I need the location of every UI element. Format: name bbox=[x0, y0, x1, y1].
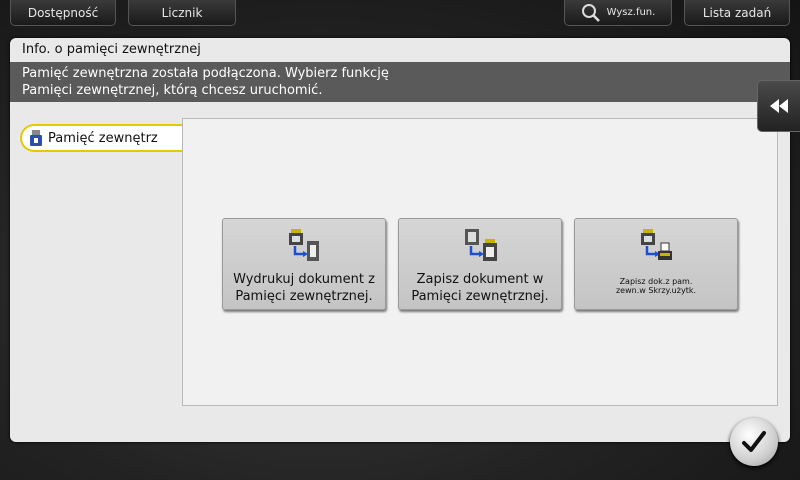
availability-label: Dostępność bbox=[27, 5, 99, 20]
main-panel: Info. o pamięci zewnętrznej Pamięć zewnę… bbox=[10, 38, 790, 442]
print-from-memory-button[interactable]: Wydrukuj dokument z Pamięci zewnętrznej. bbox=[222, 218, 386, 310]
job-list-button[interactable]: Lista zadań bbox=[684, 0, 790, 26]
counter-button[interactable]: Licznik bbox=[128, 0, 236, 26]
panel-title: Info. o pamięci zewnętrznej bbox=[22, 42, 201, 57]
print-from-memory-icon bbox=[289, 229, 319, 261]
external-memory-tab-label: Pamięć zewnętrz bbox=[48, 130, 158, 146]
search-icon bbox=[581, 3, 600, 22]
save-to-user-box-label: Zapisz dok.z pam. zewn.w Skrzy.użytk. bbox=[615, 277, 696, 295]
availability-button[interactable]: Dostępność bbox=[10, 0, 116, 26]
print-from-memory-label: Wydrukuj dokument z Pamięci zewnętrznej. bbox=[233, 272, 375, 304]
save-to-memory-button[interactable]: Zapisz dokument w Pamięci zewnętrznej. bbox=[398, 218, 562, 310]
ok-button[interactable] bbox=[730, 418, 778, 466]
save-to-user-box-icon bbox=[641, 229, 672, 260]
external-memory-tab[interactable]: Pamięć zewnętrz bbox=[20, 124, 188, 152]
message-line-1: Pamięć zewnętrzna została podłączona. Wy… bbox=[22, 66, 389, 81]
message-box: Pamięć zewnętrzna została podłączona. Wy… bbox=[10, 62, 790, 102]
save-to-memory-icon bbox=[465, 229, 497, 261]
collapse-arrow-icon bbox=[770, 99, 788, 113]
job-list-label: Lista zadań bbox=[702, 5, 772, 20]
search-function-button[interactable]: Wysz.fun. bbox=[564, 0, 672, 26]
message-line-2: Pamięci zewnętrznej, którą chcesz urucho… bbox=[22, 83, 323, 98]
usb-memory-icon bbox=[30, 130, 42, 146]
save-to-memory-label: Zapisz dokument w Pamięci zewnętrznej. bbox=[411, 272, 549, 304]
collapse-panel-button[interactable] bbox=[757, 80, 800, 132]
search-label: Wysz.fun. bbox=[606, 7, 656, 18]
checkmark-icon bbox=[742, 431, 766, 452]
save-to-user-box-button[interactable]: Zapisz dok.z pam. zewn.w Skrzy.użytk. bbox=[574, 218, 738, 310]
counter-label: Licznik bbox=[161, 5, 203, 20]
